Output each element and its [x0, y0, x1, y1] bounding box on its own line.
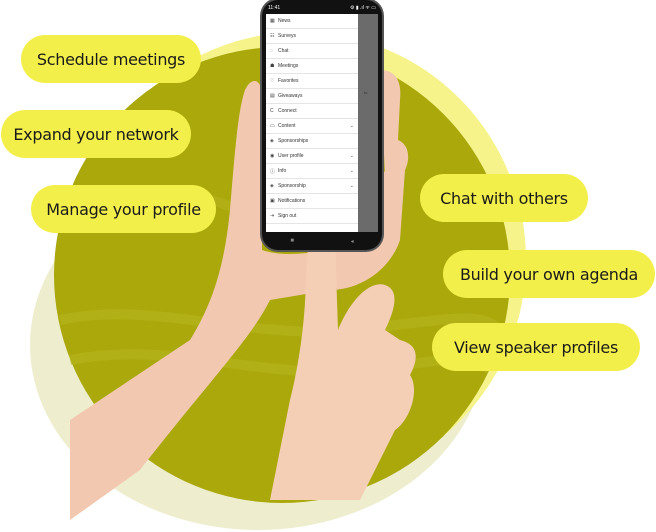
menu-item-content[interactable]: ▭ Content ⌄ — [266, 119, 358, 134]
menu-item-label: News — [278, 18, 291, 24]
status-icons: ⚙ ▮ .ıl ᯤ ▭ — [350, 5, 376, 11]
notifications-icon: ▣ — [270, 198, 275, 204]
phone-screen: fo ▦ News ☷ Surveys ◌ Chat ☗ Meetings ♡ Favorites… — [266, 14, 378, 232]
user-profile-icon: ◉ — [270, 153, 275, 159]
navigation-drawer: ▦ News ☷ Surveys ◌ Chat ☗ Meetings ♡ Favorites ▤ Gi… — [266, 14, 358, 232]
feature-schedule-meetings: Schedule meetings — [21, 35, 201, 83]
menu-item-sign-out[interactable]: ⇥ Sign out — [266, 209, 358, 224]
chat-icon: ◌ — [270, 48, 273, 54]
menu-item-info[interactable]: ⓘ Info ⌄ — [266, 164, 358, 179]
connect-icon: C — [270, 108, 274, 114]
smartphone: 11:41 ⚙ ▮ .ıl ᯤ ▭ fo ▦ News ☷ Surveys ◌ Chat ☗… — [262, 0, 382, 250]
feature-expand-network: Expand your network — [1, 110, 191, 158]
feature-label: View speaker profiles — [454, 337, 618, 357]
home-button[interactable]: ■ — [290, 238, 294, 244]
menu-item-label: Surveys — [278, 33, 297, 39]
chevron-down-icon[interactable]: ⌄ — [350, 123, 354, 129]
feature-manage-profile: Manage your profile — [31, 185, 216, 233]
gift-icon: ▤ — [270, 93, 275, 99]
menu-item-label: Notifications — [278, 198, 306, 204]
feature-speaker-profiles: View speaker profiles — [432, 323, 640, 371]
feature-label: Schedule meetings — [36, 49, 186, 69]
menu-item-connect[interactable]: C Connect — [266, 104, 358, 119]
info-icon: ⓘ — [270, 168, 276, 175]
feature-chat-with-others: Chat with others — [420, 174, 588, 222]
menu-item-sponsorship[interactable]: ◈ Sponsorship ⌄ — [266, 179, 358, 194]
menu-item-label: Sign out — [278, 213, 297, 219]
newspaper-icon: ▦ — [270, 18, 275, 24]
menu-item-news[interactable]: ▦ News — [266, 14, 358, 29]
chevron-down-icon[interactable]: ⌄ — [350, 153, 354, 159]
menu-item-label: Chat — [278, 48, 289, 54]
background-text: fo — [364, 90, 368, 95]
feature-build-agenda: Build your own agenda — [443, 250, 655, 298]
sponsorship-icon: ◈ — [270, 183, 274, 189]
menu-item-label: Content — [278, 123, 296, 129]
chevron-down-icon[interactable]: ⌄ — [350, 183, 354, 189]
menu-item-user-profile[interactable]: ◉ User profile ⌄ — [266, 149, 358, 164]
feature-label: Manage your profile — [46, 199, 201, 219]
menu-item-giveaways[interactable]: ▤ Giveaways — [266, 89, 358, 104]
menu-item-label: Sponsorships — [278, 138, 309, 144]
menu-item-sponsorships[interactable]: ◈ Sponsorships — [266, 134, 358, 149]
meetings-icon: ☗ — [270, 63, 275, 69]
status-time: 11:41 — [268, 5, 281, 11]
feature-label: Expand your network — [13, 124, 179, 144]
feature-label: Build your own agenda — [459, 264, 639, 284]
menu-item-label: Giveaways — [278, 93, 303, 99]
menu-item-label: Connect — [278, 108, 297, 114]
sponsorships-icon: ◈ — [270, 138, 274, 144]
menu-item-label: Meetings — [278, 63, 299, 69]
menu-item-surveys[interactable]: ☷ Surveys — [266, 29, 358, 44]
chevron-down-icon[interactable]: ⌄ — [350, 168, 354, 174]
menu-item-label: Favorites — [278, 78, 299, 84]
status-bar: 11:41 ⚙ ▮ .ıl ᯤ ▭ — [268, 3, 376, 13]
menu-item-label: User profile — [278, 153, 304, 159]
menu-item-chat[interactable]: ◌ Chat — [266, 44, 358, 59]
android-nav-bar: ■ ◂ — [262, 232, 382, 250]
menu-item-notifications[interactable]: ▣ Notifications — [266, 194, 358, 209]
sign-out-icon: ⇥ — [270, 213, 275, 219]
menu-item-favorites[interactable]: ♡ Favorites — [266, 74, 358, 89]
back-button[interactable]: ◂ — [351, 238, 354, 245]
feature-label: Chat with others — [440, 188, 568, 208]
menu-item-meetings[interactable]: ☗ Meetings — [266, 59, 358, 74]
survey-icon: ☷ — [270, 33, 275, 39]
menu-item-label: Info — [278, 168, 287, 174]
menu-item-label: Sponsorship — [278, 183, 306, 189]
heart-icon: ♡ — [270, 78, 275, 84]
content-icon: ▭ — [270, 123, 275, 129]
